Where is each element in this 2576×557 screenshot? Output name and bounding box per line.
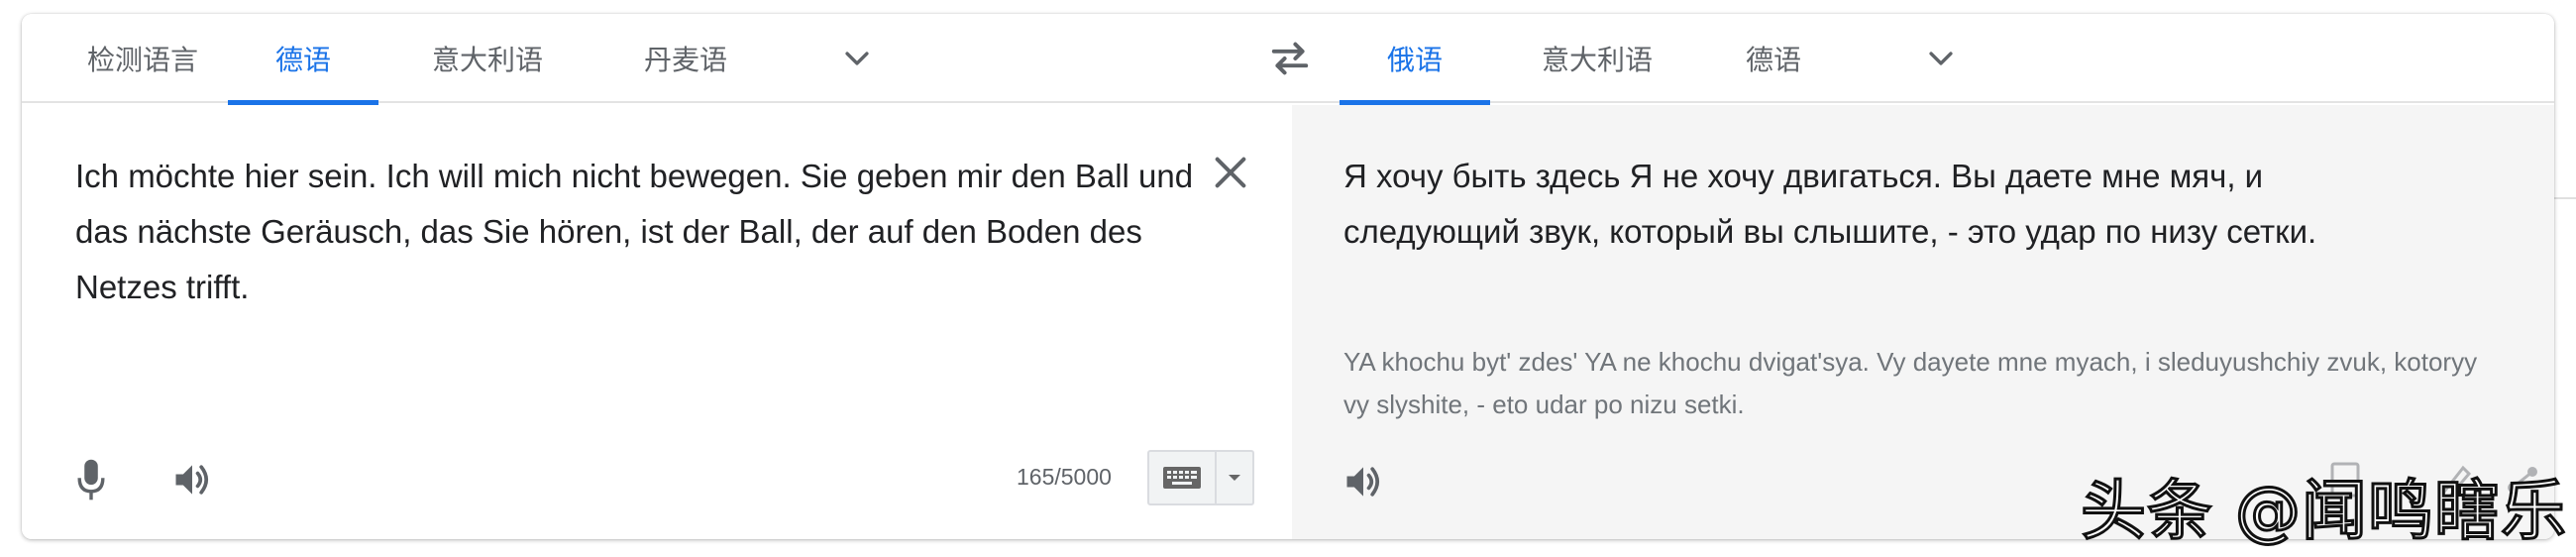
- tab-source-italian[interactable]: 意大利语: [398, 14, 577, 103]
- character-count: 165/5000: [1017, 464, 1112, 490]
- source-panel: Ich möchte hier sein. Ich will mich nich…: [22, 105, 1292, 539]
- tab-target-russian[interactable]: 俄语: [1340, 14, 1490, 105]
- dropdown-arrow-icon: [1229, 475, 1240, 481]
- tab-source-german[interactable]: 德语: [228, 14, 378, 105]
- source-text-input[interactable]: Ich möchte hier sein. Ich will mich nich…: [75, 149, 1205, 315]
- transliteration-text: YA khochu byt' zdes' YA ne khochu dvigat…: [1343, 347, 2478, 419]
- swap-horizontal-icon[interactable]: [1268, 41, 1312, 76]
- close-icon[interactable]: [1211, 153, 1250, 192]
- keyboard-icon: [1163, 467, 1201, 489]
- tab-source-danish[interactable]: 丹麦语: [608, 14, 763, 103]
- microphone-icon[interactable]: [73, 458, 109, 501]
- tab-detect-language[interactable]: 检测语言: [63, 14, 222, 103]
- speaker-icon[interactable]: [1342, 460, 1385, 503]
- translation-text: Я хочу быть здесь Я не хочу двигаться. В…: [1343, 158, 2317, 250]
- input-tools-button[interactable]: [1147, 450, 1254, 505]
- tab-target-italian[interactable]: 意大利语: [1508, 14, 1686, 103]
- chevron-down-icon[interactable]: [840, 42, 874, 75]
- watermark: 头条 @闻鸣瞎乐: [2080, 472, 2568, 551]
- language-bar: 检测语言 德语 意大利语 丹麦语 俄语 意大利语 德语: [22, 14, 2554, 105]
- tab-target-german[interactable]: 德语: [1706, 14, 1841, 103]
- speaker-icon[interactable]: [170, 458, 214, 501]
- chevron-down-icon[interactable]: [1924, 42, 1958, 75]
